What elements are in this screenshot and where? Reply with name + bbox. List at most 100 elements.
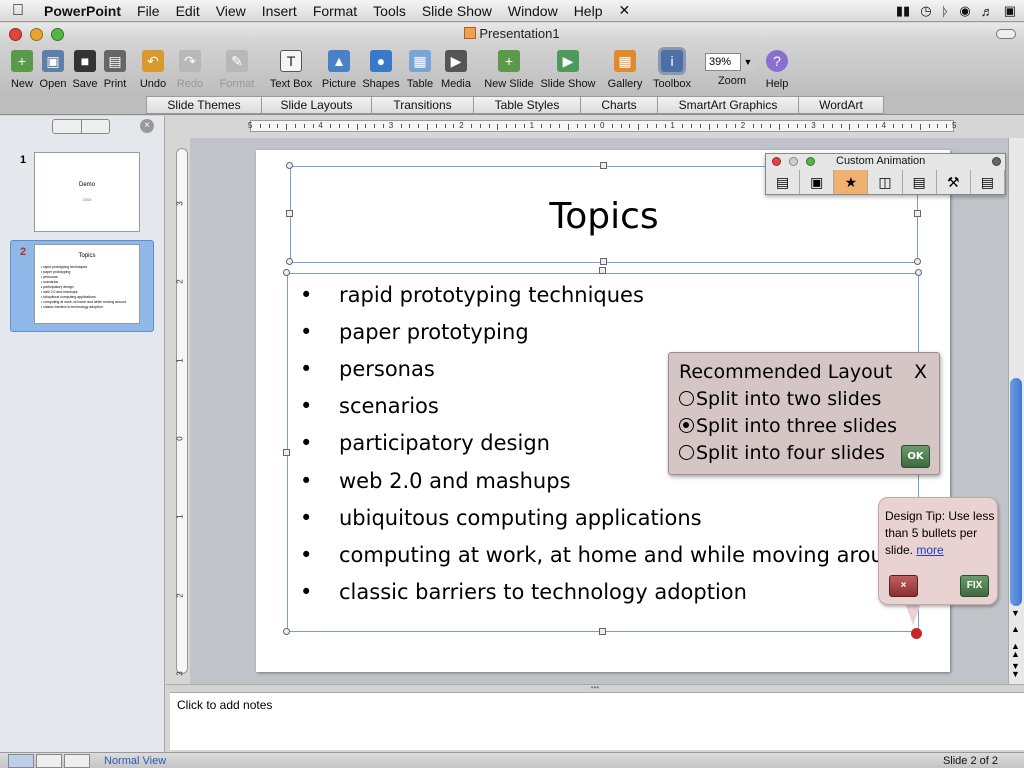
tab-charts[interactable]: Charts: [580, 96, 658, 114]
previous-slide-icon[interactable]: ▲ ▲: [1011, 642, 1020, 659]
menu-window[interactable]: Window: [500, 3, 566, 19]
menu-edit[interactable]: Edit: [168, 3, 208, 19]
bullet-item[interactable]: • ubiquitous computing applications: [300, 506, 702, 530]
tab-slide-layouts[interactable]: Slide Layouts: [261, 96, 372, 114]
menu-tools[interactable]: Tools: [365, 3, 414, 19]
time-machine-icon[interactable]: ◷: [920, 3, 931, 19]
option-split-three[interactable]: Split into three slides: [679, 415, 897, 437]
scrollbar-thumb[interactable]: [1010, 378, 1022, 606]
object-palette-icon[interactable]: ▣: [800, 170, 835, 194]
input-menu-icon[interactable]: ▣: [1004, 3, 1016, 19]
bullet-item[interactable]: • participatory design: [300, 431, 550, 455]
gallery-button[interactable]: ▦ Gallery: [605, 50, 645, 90]
slide-thumbnail-2[interactable]: Topics • rapid prototyping techniques • p…: [34, 244, 140, 324]
bullet-item[interactable]: • classic barriers to technology adoption: [300, 580, 747, 604]
resize-handle[interactable]: [286, 162, 293, 169]
menu-help[interactable]: Help: [566, 3, 611, 19]
tab-table-styles[interactable]: Table Styles: [473, 96, 581, 114]
menu-slide-show[interactable]: Slide Show: [414, 3, 500, 19]
script-menu-icon[interactable]: ✕: [610, 2, 638, 19]
tab-wordart[interactable]: WordArt: [798, 96, 884, 114]
pane-view-switch[interactable]: [52, 119, 110, 134]
table-button[interactable]: ▦ Table: [404, 50, 436, 90]
volume-icon[interactable]: ♬: [981, 4, 994, 19]
palette-zoom-button[interactable]: [806, 157, 815, 166]
resize-handle[interactable]: [599, 267, 606, 274]
slide-sorter-view-button[interactable]: [36, 754, 62, 768]
save-button[interactable]: ■ Save: [71, 50, 99, 90]
toolbox-button[interactable]: i Toolbox: [649, 50, 695, 90]
scroll-up-arrow-icon[interactable]: ▲: [1011, 624, 1020, 634]
bullet-item[interactable]: • web 2.0 and mashups: [300, 469, 571, 493]
bluetooth-icon[interactable]: ᚦ: [942, 4, 950, 19]
palette-minimize-button[interactable]: [789, 157, 798, 166]
autofit-warning-dot[interactable]: [911, 628, 922, 639]
redo-button[interactable]: ↷ Redo: [175, 50, 205, 90]
print-button[interactable]: ▤ Print: [100, 50, 130, 90]
menu-view[interactable]: View: [208, 3, 254, 19]
palette-options-icon[interactable]: [992, 157, 1001, 166]
new-slide-button[interactable]: + New Slide: [483, 50, 535, 90]
menu-format[interactable]: Format: [305, 3, 365, 19]
text-box-button[interactable]: T Text Box: [267, 50, 315, 90]
menu-app-name[interactable]: PowerPoint: [36, 3, 129, 19]
bullet-item[interactable]: • rapid prototyping techniques: [300, 283, 644, 307]
bullet-item[interactable]: • scenarios: [300, 394, 439, 418]
slide-show-button[interactable]: ▶ Slide Show: [539, 50, 597, 90]
radio-button[interactable]: [679, 391, 694, 406]
bullet-item[interactable]: • paper prototyping: [300, 320, 529, 344]
notes-splitter[interactable]: •••: [166, 684, 1024, 692]
zoom-dropdown-arrow-icon[interactable]: ▼: [740, 53, 755, 71]
custom-animation-icon[interactable]: ★: [834, 170, 869, 194]
bullet-item[interactable]: • computing at work, at home and while mo…: [300, 543, 910, 567]
apple-menu-icon[interactable]: : [0, 2, 36, 20]
notes-pane[interactable]: Click to add notes: [170, 692, 1024, 750]
media-button[interactable]: ▶ Media: [438, 50, 474, 90]
bullet-item[interactable]: • personas: [300, 357, 435, 381]
popup-close-button[interactable]: X: [914, 361, 927, 383]
tab-transitions[interactable]: Transitions: [371, 96, 474, 114]
project-palette-icon[interactable]: ▤: [971, 170, 1005, 194]
resize-handle[interactable]: [914, 258, 921, 265]
slides-view-icon[interactable]: [53, 120, 82, 133]
toolbar-toggle-button[interactable]: [996, 29, 1016, 39]
resize-handle[interactable]: [600, 258, 607, 265]
palette-close-button[interactable]: [772, 157, 781, 166]
scroll-down-arrow-icon[interactable]: ▼: [1011, 608, 1020, 618]
fix-button[interactable]: FIX: [960, 575, 989, 597]
resize-handle[interactable]: [600, 162, 607, 169]
next-slide-icon[interactable]: ▼ ▼: [1011, 662, 1020, 679]
notes-page-view-button[interactable]: [64, 754, 90, 768]
resize-handle[interactable]: [283, 628, 290, 635]
help-button[interactable]: ? Help: [762, 50, 792, 90]
close-pane-icon[interactable]: ×: [140, 119, 154, 133]
wifi-icon[interactable]: ◉: [959, 3, 970, 19]
tab-slide-themes[interactable]: Slide Themes: [146, 96, 262, 114]
option-split-four[interactable]: Split into four slides: [679, 442, 885, 464]
menu-insert[interactable]: Insert: [254, 3, 305, 19]
resize-handle[interactable]: [915, 269, 922, 276]
formatting-palette-icon[interactable]: ▤: [766, 170, 801, 194]
slide-title[interactable]: Topics: [290, 196, 918, 237]
outline-view-icon[interactable]: [82, 120, 110, 133]
tab-smartart-graphics[interactable]: SmartArt Graphics: [657, 96, 799, 114]
format-painter-button[interactable]: ✎ Format: [217, 50, 257, 90]
reference-tools-icon[interactable]: ▤: [903, 170, 937, 194]
new-button[interactable]: + New: [8, 50, 36, 90]
dismiss-tip-button[interactable]: ×: [889, 575, 918, 597]
option-split-two[interactable]: Split into two slides: [679, 388, 881, 410]
compatibility-icon[interactable]: ⚒: [937, 170, 971, 194]
open-button[interactable]: ▣ Open: [38, 50, 68, 90]
radio-button[interactable]: [679, 445, 694, 460]
battery-icon[interactable]: ▮▮: [896, 3, 910, 19]
undo-button[interactable]: ↶ Undo: [137, 50, 169, 90]
menu-file[interactable]: File: [129, 3, 168, 19]
scrapbook-icon[interactable]: ◫: [868, 170, 903, 194]
radio-button-selected[interactable]: [679, 418, 694, 433]
resize-handle[interactable]: [599, 628, 606, 635]
slide-thumbnail-1[interactable]: Demo 2008: [34, 152, 140, 232]
design-tip-more-link[interactable]: more: [916, 543, 943, 557]
resize-handle[interactable]: [283, 449, 290, 456]
ok-button[interactable]: OK: [901, 445, 930, 468]
picture-button[interactable]: ▲ Picture: [320, 50, 358, 90]
